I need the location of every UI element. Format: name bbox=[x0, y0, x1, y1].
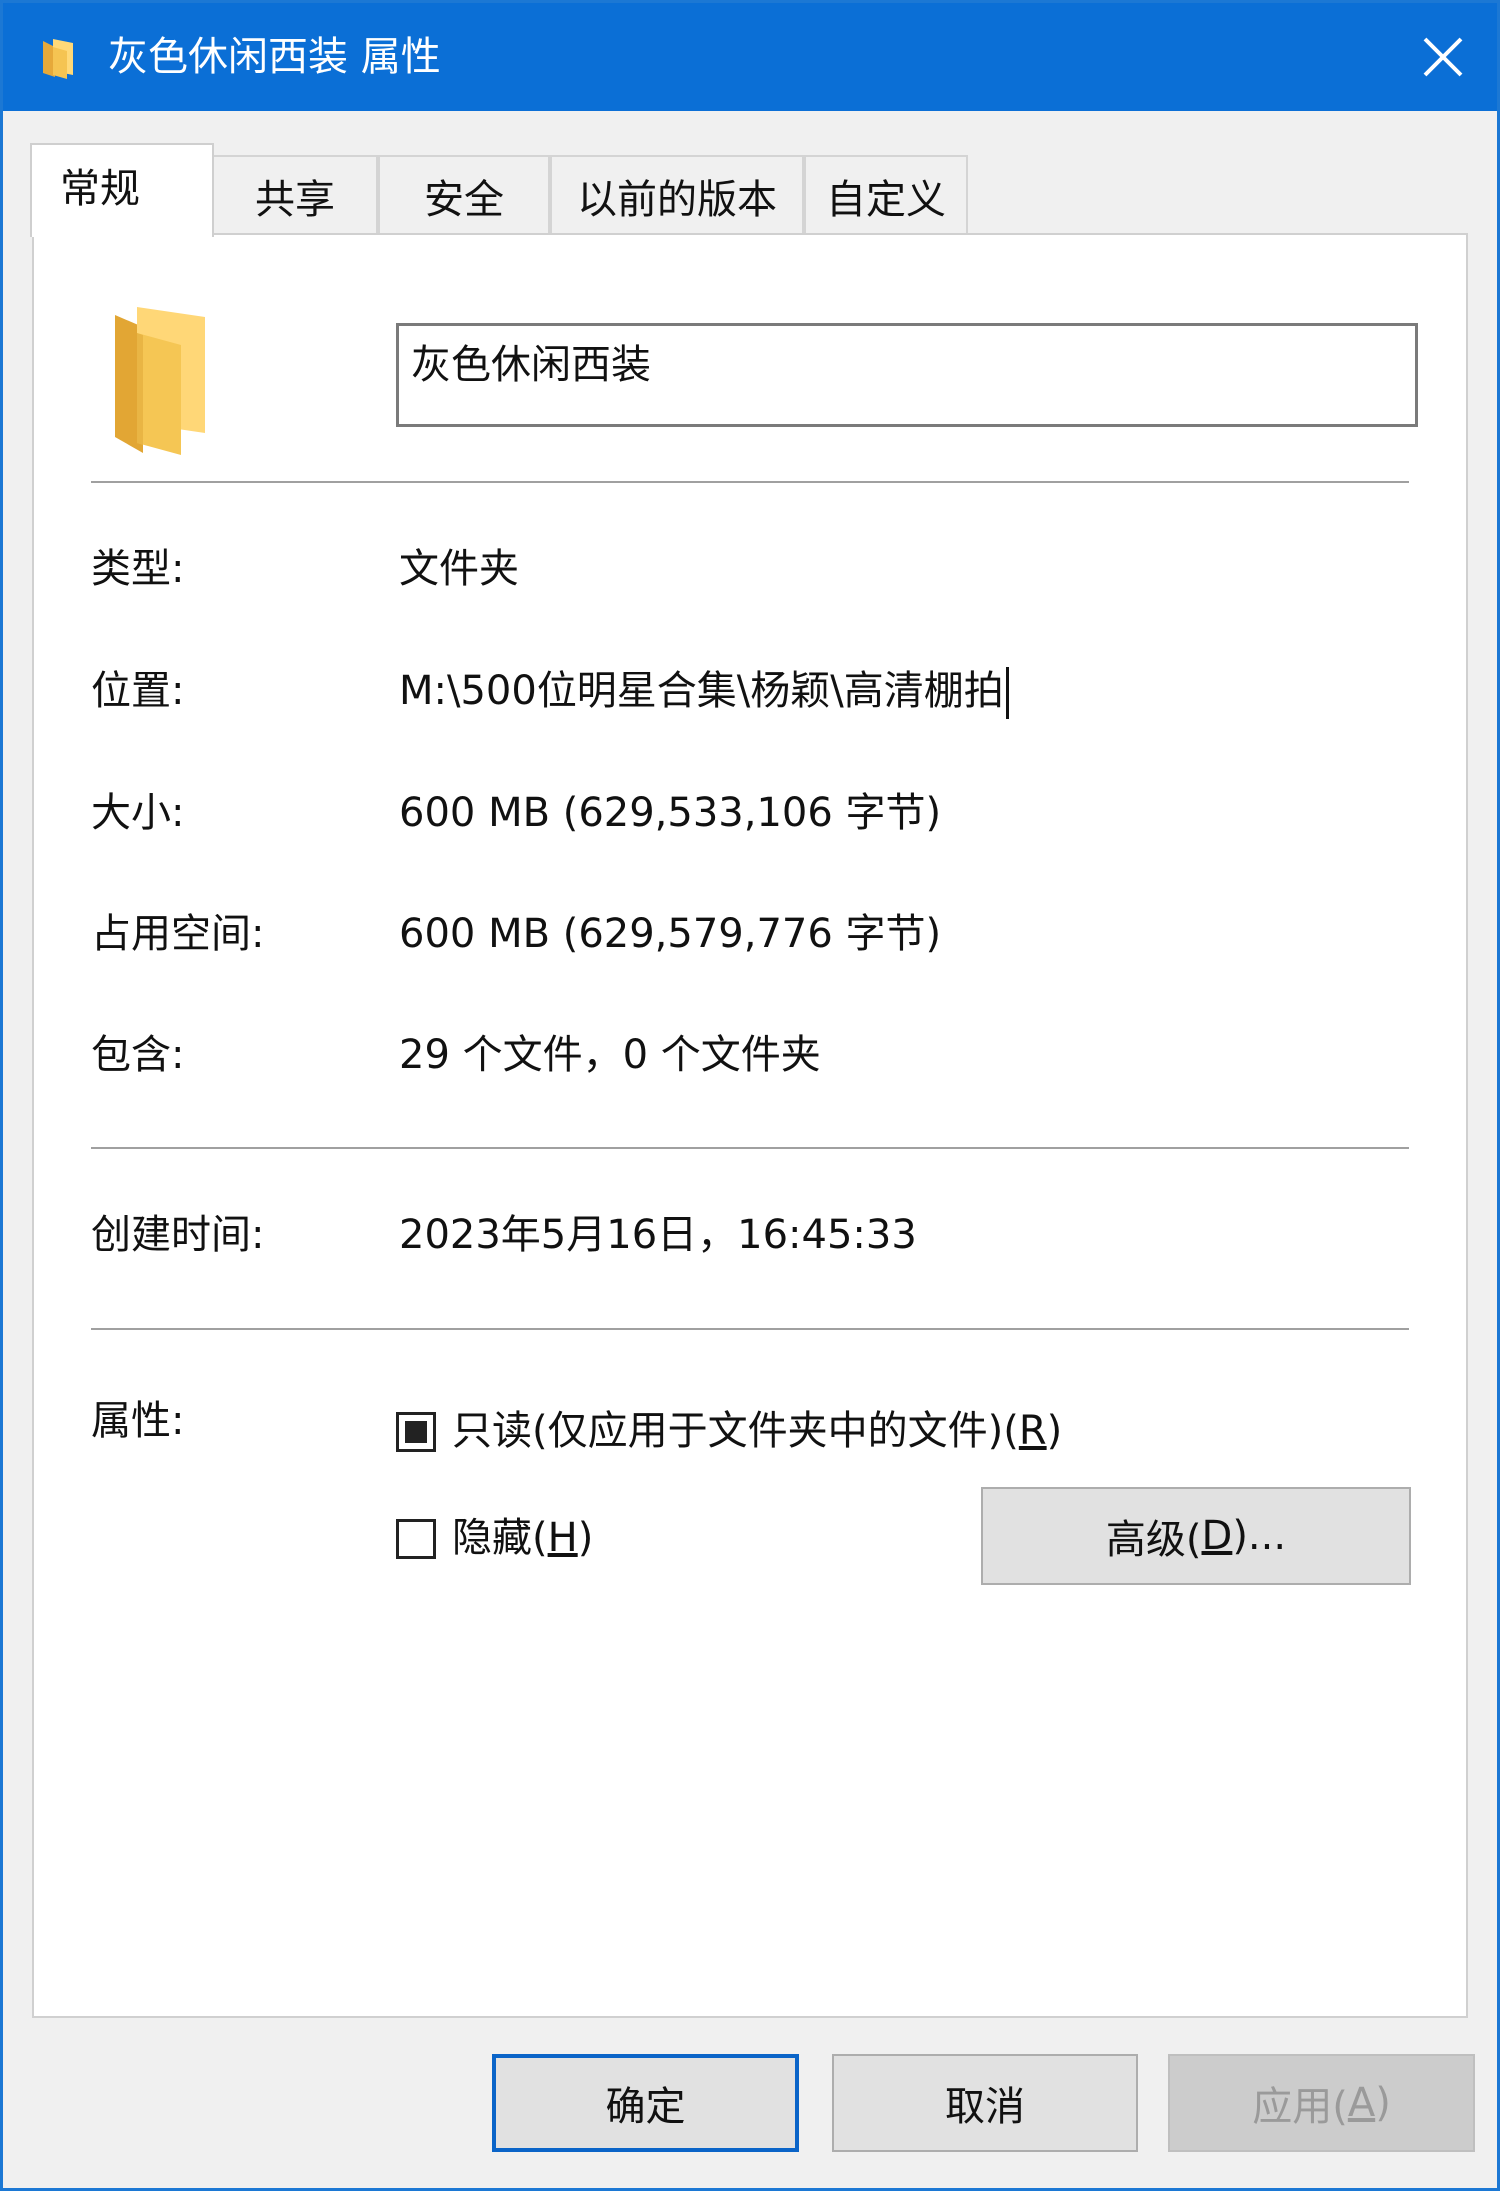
size-on-disk-label: 占用空间: bbox=[91, 911, 265, 957]
tab-sharing[interactable]: 共享 bbox=[212, 155, 378, 235]
close-icon bbox=[1423, 37, 1463, 77]
advanced-button[interactable]: 高级(D)... bbox=[981, 1487, 1411, 1585]
hidden-access-key: H bbox=[547, 1515, 578, 1561]
hidden-label-suffix: ) bbox=[577, 1515, 594, 1561]
folder-icon bbox=[43, 39, 73, 79]
contains-value: 29 个文件，0 个文件夹 bbox=[399, 1032, 821, 1078]
readonly-access-key: R bbox=[1018, 1408, 1047, 1454]
tab-general[interactable]: 常规 bbox=[30, 143, 214, 237]
divider bbox=[91, 481, 1409, 483]
folder-icon bbox=[115, 307, 205, 455]
apply-access-key: A bbox=[1347, 2080, 1376, 2126]
tab-customize[interactable]: 自定义 bbox=[804, 155, 968, 235]
location-value-field[interactable]: M:\500位明星合集\杨颖\高清棚拍 bbox=[399, 663, 1009, 719]
contains-label: 包含: bbox=[91, 1032, 185, 1078]
folder-name-input[interactable] bbox=[396, 323, 1418, 427]
close-button[interactable] bbox=[1403, 17, 1483, 97]
readonly-label[interactable]: 只读(仅应用于文件夹中的文件)(R) bbox=[452, 1403, 1062, 1459]
attributes-label: 属性: bbox=[91, 1398, 185, 1444]
advanced-access-key: D bbox=[1201, 1513, 1233, 1559]
created-value: 2023年5月16日，16:45:33 bbox=[399, 1212, 917, 1258]
cancel-button[interactable]: 取消 bbox=[832, 2054, 1138, 2152]
size-label: 大小: bbox=[91, 790, 185, 836]
hidden-label[interactable]: 隐藏(H) bbox=[452, 1510, 593, 1566]
readonly-label-suffix: ) bbox=[1046, 1408, 1063, 1454]
created-label: 创建时间: bbox=[91, 1212, 265, 1258]
tab-previous-versions[interactable]: 以前的版本 bbox=[550, 155, 804, 235]
location-label: 位置: bbox=[91, 668, 185, 714]
tab-security[interactable]: 安全 bbox=[378, 155, 550, 235]
hidden-label-text: 隐藏( bbox=[452, 1515, 548, 1561]
location-value: M:\500位明星合集\杨颖\高清棚拍 bbox=[399, 668, 1004, 714]
type-label: 类型: bbox=[91, 546, 185, 592]
apply-button[interactable]: 应用(A) bbox=[1168, 2054, 1475, 2152]
divider bbox=[91, 1147, 1409, 1149]
window-title: 灰色休闲西装 属性 bbox=[108, 34, 441, 80]
general-panel: 类型: 文件夹 位置: M:\500位明星合集\杨颖\高清棚拍 大小: 600 … bbox=[32, 233, 1468, 2018]
readonly-checkbox[interactable] bbox=[396, 1412, 436, 1452]
title-bar[interactable]: 灰色休闲西装 属性 bbox=[3, 3, 1497, 111]
advanced-label-text: 高级( bbox=[1105, 1517, 1202, 1563]
properties-dialog: 灰色休闲西装 属性 常规 共享 安全 以前的版本 自定义 类型: 文件夹 位置:… bbox=[0, 0, 1500, 2191]
advanced-label-suffix: )... bbox=[1232, 1513, 1287, 1559]
divider bbox=[91, 1328, 1409, 1330]
ok-button[interactable]: 确定 bbox=[492, 2054, 799, 2152]
type-value: 文件夹 bbox=[399, 546, 519, 592]
readonly-label-text: 只读(仅应用于文件夹中的文件)( bbox=[452, 1408, 1019, 1454]
apply-label-suffix: ) bbox=[1375, 2080, 1391, 2126]
size-on-disk-value: 600 MB (629,579,776 字节) bbox=[399, 911, 942, 957]
hidden-checkbox[interactable] bbox=[396, 1519, 436, 1559]
apply-label-text: 应用( bbox=[1252, 2084, 1348, 2130]
text-caret bbox=[1005, 667, 1009, 719]
size-value: 600 MB (629,533,106 字节) bbox=[399, 790, 942, 836]
